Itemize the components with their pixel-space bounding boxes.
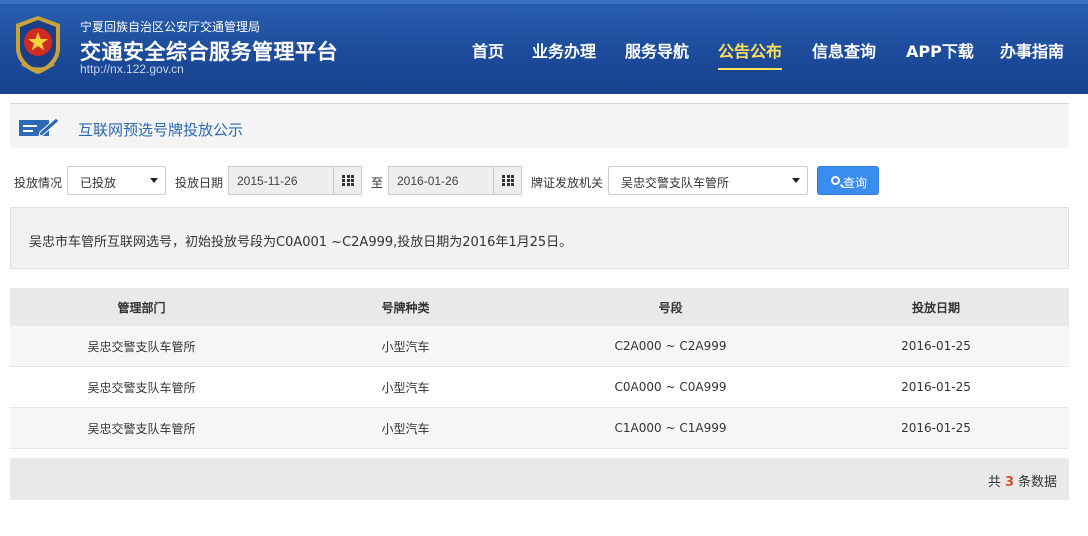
cell-plate-type: 小型汽车	[381, 339, 430, 354]
search-icon	[831, 176, 840, 185]
cell-release-date: 2016-01-25	[901, 421, 971, 435]
authority-select[interactable]: 吴忠交警支队车管所	[608, 166, 808, 195]
cell-plate-type: 小型汽车	[381, 421, 430, 436]
count-prefix: 共	[987, 475, 1001, 490]
cell-department: 吴忠交警支队车管所	[87, 421, 196, 436]
record-count: 共 3 条数据	[988, 471, 1057, 490]
authority-value: 吴忠交警支队车管所	[621, 176, 730, 190]
column-header: 管理部门	[117, 300, 166, 315]
header-top-rule	[0, 0, 1088, 4]
cell-number-range: C1A000 ~ C1A999	[614, 421, 727, 435]
date-to-input[interactable]: 2016-01-26	[388, 166, 522, 195]
column-header: 投放日期	[911, 300, 960, 315]
table-row: 吴忠交警支队车管所 小型汽车 C2A000 ~ C2A999 2016-01-2…	[10, 326, 1069, 367]
nav-info-query[interactable]: 信息查询	[812, 38, 876, 62]
section-header: 互联网预选号牌投放公示	[10, 103, 1069, 148]
date-from-input[interactable]: 2015-11-26	[228, 166, 362, 195]
notice-text: 吴忠市车管所互联网选号，初始投放号段为C0A001 ~C2A999,投放日期为2…	[29, 235, 573, 250]
count-value: 3	[1004, 475, 1014, 490]
date-separator: 至	[371, 176, 384, 190]
authority-label: 牌证发放机关	[531, 176, 604, 190]
main-nav: 首页 业务办理 服务导航 公告公布 信息查询 APP下载 办事指南	[460, 38, 1074, 70]
chevron-down-icon	[792, 178, 800, 183]
cell-number-range: C0A000 ~ C0A999	[614, 380, 727, 394]
site-header: 宁夏回族自治区公安厅交通管理局 交通安全综合服务管理平台 http://nx.1…	[0, 0, 1088, 94]
status-label: 投放情况	[14, 176, 63, 190]
status-select[interactable]: 已投放	[67, 166, 166, 195]
table-header: 管理部门 号牌种类 号段 投放日期	[10, 288, 1069, 326]
cell-department: 吴忠交警支队车管所	[87, 380, 196, 395]
section-title: 互联网预选号牌投放公示	[78, 121, 244, 139]
cell-release-date: 2016-01-25	[901, 339, 971, 353]
notice-box: 吴忠市车管所互联网选号，初始投放号段为C0A001 ~C2A999,投放日期为2…	[10, 207, 1069, 269]
cell-release-date: 2016-01-25	[901, 380, 971, 394]
query-button[interactable]: 查询	[817, 166, 879, 195]
calendar-icon[interactable]	[333, 167, 361, 194]
table-row: 吴忠交警支队车管所 小型汽车 C1A000 ~ C1A999 2016-01-2…	[10, 408, 1069, 449]
cell-department: 吴忠交警支队车管所	[87, 339, 196, 354]
org-subtitle: 宁夏回族自治区公安厅交通管理局	[80, 20, 261, 34]
date-to-value: 2016-01-26	[397, 174, 459, 188]
date-from-value: 2015-11-26	[237, 174, 298, 188]
nav-home[interactable]: 首页	[472, 38, 504, 62]
query-button-label: 查询	[843, 176, 868, 190]
site-url: http://nx.122.gov.cn	[80, 62, 184, 76]
table-footer: 共 3 条数据	[10, 458, 1069, 500]
calendar-icon[interactable]	[493, 167, 521, 194]
results-table: 管理部门 号牌种类 号段 投放日期 吴忠交警支队车管所 小型汽车 C2A000 …	[10, 288, 1069, 449]
edit-form-icon	[19, 117, 60, 137]
chevron-down-icon	[150, 178, 158, 183]
column-header: 号牌种类	[381, 300, 430, 315]
cell-plate-type: 小型汽车	[381, 380, 430, 395]
nav-app-download[interactable]: APP下载	[906, 38, 974, 62]
status-value: 已投放	[80, 176, 117, 190]
nav-guide[interactable]: 办事指南	[1000, 38, 1064, 62]
nav-service-guide[interactable]: 服务导航	[625, 38, 689, 62]
police-emblem-icon[interactable]	[10, 14, 66, 76]
filter-bar: 投放情况 已投放 投放日期 2015-11-26 至 2016-01-26 牌证…	[10, 166, 1070, 196]
nav-announcements[interactable]: 公告公布	[718, 38, 783, 70]
nav-business[interactable]: 业务办理	[532, 38, 596, 62]
table-row: 吴忠交警支队车管所 小型汽车 C0A000 ~ C0A999 2016-01-2…	[10, 367, 1069, 408]
count-suffix: 条数据	[1017, 475, 1057, 490]
date-label: 投放日期	[175, 176, 224, 190]
column-header: 号段	[658, 300, 683, 315]
cell-number-range: C2A000 ~ C2A999	[614, 339, 727, 353]
